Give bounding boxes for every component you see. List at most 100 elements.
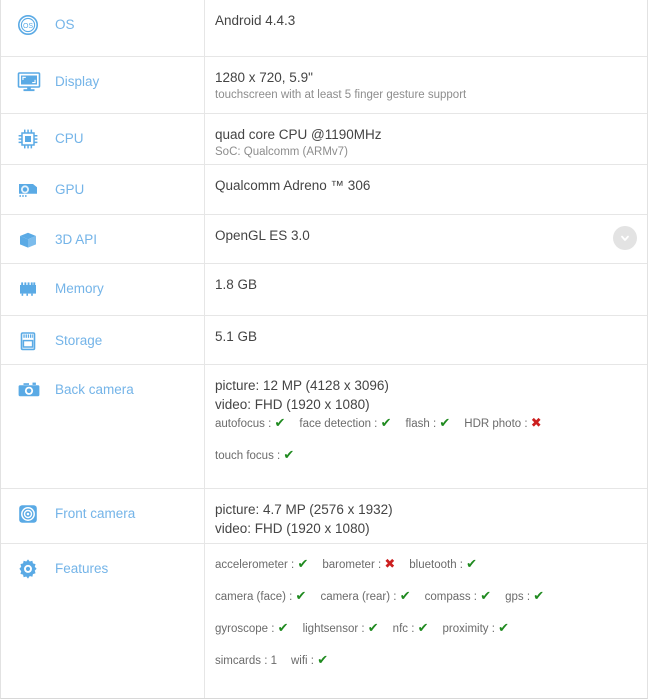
front-camera-video-value: video: FHD (1920 x 1080) [215, 519, 633, 538]
feature-name: touch focus : [215, 450, 283, 462]
os-version-value: Android 4.4.3 [215, 11, 633, 30]
chevron-down-icon[interactable] [613, 226, 637, 250]
table-row-features: Features accelerometer : ✔barometer : ✖b… [1, 543, 647, 699]
check-icon: ✔ [439, 415, 450, 430]
feature-item: HDR photo : ✖ [464, 418, 541, 430]
value-cell-cpu: quad core CPU @1190MHz SoC: Qualcomm (AR… [205, 114, 647, 164]
feature-item: wifi : ✔ [291, 655, 328, 667]
feature-item: gyroscope : ✔ [215, 623, 289, 635]
feature-name: compass : [425, 591, 481, 603]
feature-item: flash : ✔ [405, 418, 450, 430]
back-camera-video-value: video: FHD (1920 x 1080) [215, 395, 633, 414]
label-cell-gpu: GPU [1, 165, 205, 214]
check-icon: ✔ [480, 588, 491, 603]
label-cell-cpu: CPU [1, 114, 205, 164]
label-cell-3d-api: 3D API [1, 215, 205, 263]
back-camera-feature-line-1: autofocus : ✔face detection : ✔flash : ✔… [215, 414, 633, 433]
gear-icon [17, 557, 43, 581]
feature-name: camera (face) : [215, 591, 296, 603]
check-icon: ✔ [466, 556, 477, 571]
table-row-cpu: CPU quad core CPU @1190MHz SoC: Qualcomm… [1, 113, 647, 164]
check-icon: ✔ [274, 415, 285, 430]
check-icon: ✔ [418, 620, 429, 635]
front-camera-picture-value: picture: 4.7 MP (2576 x 1932) [215, 500, 633, 519]
device-spec-table: OS OS Android 4.4.3 [0, 0, 648, 699]
value-cell-features: accelerometer : ✔ barometer : ✖ bluetooth … [205, 544, 647, 699]
label-cell-features: Features [1, 544, 205, 699]
check-icon: ✔ [317, 652, 328, 667]
features-line-2: camera (face) : ✔camera (rear) : ✔compas… [215, 587, 633, 606]
sdcard-icon [17, 329, 43, 353]
cross-icon: ✖ [531, 415, 542, 430]
feature-name: barometer : [322, 559, 384, 571]
os-icon: OS [17, 13, 43, 37]
features-line-1: accelerometer : ✔ barometer : ✖ bluetooth … [215, 555, 633, 574]
label-cell-memory: Memory [1, 264, 205, 315]
chip-icon [17, 127, 43, 151]
check-icon: ✔ [498, 620, 509, 635]
back-camera-feature-line-2: touch focus : ✔ [215, 446, 633, 465]
label-cell-front-camera: Front camera [1, 489, 205, 543]
3d-api-value: OpenGL ES 3.0 [215, 226, 633, 245]
display-resolution-value: 1280 x 720, 5.9" [215, 68, 633, 87]
feature-item: bluetooth : ✔ [409, 559, 477, 571]
feature-item: nfc : ✔ [393, 623, 429, 635]
value-cell-storage: 5.1 GB [205, 316, 647, 364]
features-line-4: simcards : 1 wifi : ✔ [215, 651, 633, 670]
feature-item: compass : ✔ [425, 591, 492, 603]
check-icon: ✔ [296, 588, 307, 603]
feature-item: camera (face) : ✔ [215, 591, 306, 603]
row-label-features: Features [55, 557, 108, 581]
table-row-back-camera: Back camera picture: 12 MP (4128 x 3096)… [1, 364, 647, 488]
value-cell-display: 1280 x 720, 5.9" touchscreen with at lea… [205, 57, 647, 113]
gpu-model-value: Qualcomm Adreno ™ 306 [215, 176, 633, 195]
value-cell-front-camera: picture: 4.7 MP (2576 x 1932) video: FHD… [205, 489, 647, 543]
check-icon: ✔ [533, 588, 544, 603]
label-cell-back-camera: Back camera [1, 365, 205, 488]
feature-item: barometer : ✖ [322, 559, 395, 571]
check-icon: ✔ [400, 588, 411, 603]
feature-item: simcards : 1 [215, 655, 277, 667]
feature-name: HDR photo : [464, 418, 530, 430]
label-cell-storage: Storage [1, 316, 205, 364]
table-row-front-camera: Front camera picture: 4.7 MP (2576 x 193… [1, 488, 647, 543]
cube-icon [17, 228, 43, 252]
row-label-storage: Storage [55, 329, 102, 353]
value-cell-3d-api: OpenGL ES 3.0 [205, 215, 647, 263]
feature-name: bluetooth : [409, 559, 466, 571]
storage-size-value: 5.1 GB [215, 327, 633, 346]
feature-value: 1 [271, 655, 277, 667]
feature-name: gps : [505, 591, 533, 603]
table-row-3d-api: 3D API OpenGL ES 3.0 [1, 214, 647, 263]
feature-item: touch focus : ✔ [215, 450, 294, 462]
check-icon: ✔ [368, 620, 379, 635]
row-label-memory: Memory [55, 277, 104, 301]
back-camera-picture-value: picture: 12 MP (4128 x 3096) [215, 376, 633, 395]
row-label-os: OS [55, 13, 75, 37]
value-cell-gpu: Qualcomm Adreno ™ 306 [205, 165, 647, 214]
table-row-memory: Memory 1.8 GB [1, 263, 647, 315]
feature-item: gps : ✔ [505, 591, 544, 603]
display-touch-note: touchscreen with at least 5 finger gestu… [215, 87, 633, 104]
feature-item: face detection : ✔ [299, 418, 391, 430]
feature-name: lightsensor : [303, 623, 368, 635]
label-cell-display: Display [1, 57, 205, 113]
features-line-3: gyroscope : ✔lightsensor : ✔nfc : ✔proxi… [215, 619, 633, 638]
camera-icon [17, 378, 43, 402]
memory-size-value: 1.8 GB [215, 275, 633, 294]
check-icon: ✔ [278, 620, 289, 635]
table-row-os: OS OS Android 4.4.3 [1, 0, 647, 56]
monitor-icon [17, 70, 43, 94]
label-cell-os: OS OS [1, 0, 205, 56]
check-icon: ✔ [297, 556, 308, 571]
row-label-display: Display [55, 70, 99, 94]
feature-name: proximity : [443, 623, 499, 635]
table-row-display: Display 1280 x 720, 5.9" touchscreen wit… [1, 56, 647, 113]
feature-item: lightsensor : ✔ [303, 623, 379, 635]
feature-name: accelerometer : [215, 559, 297, 571]
front-camera-icon [17, 502, 43, 526]
feature-name: flash : [405, 418, 439, 430]
feature-name: wifi : [291, 655, 317, 667]
cpu-soc-value: SoC: Qualcomm (ARMv7) [215, 144, 633, 161]
value-cell-back-camera: picture: 12 MP (4128 x 3096) video: FHD … [205, 365, 647, 488]
